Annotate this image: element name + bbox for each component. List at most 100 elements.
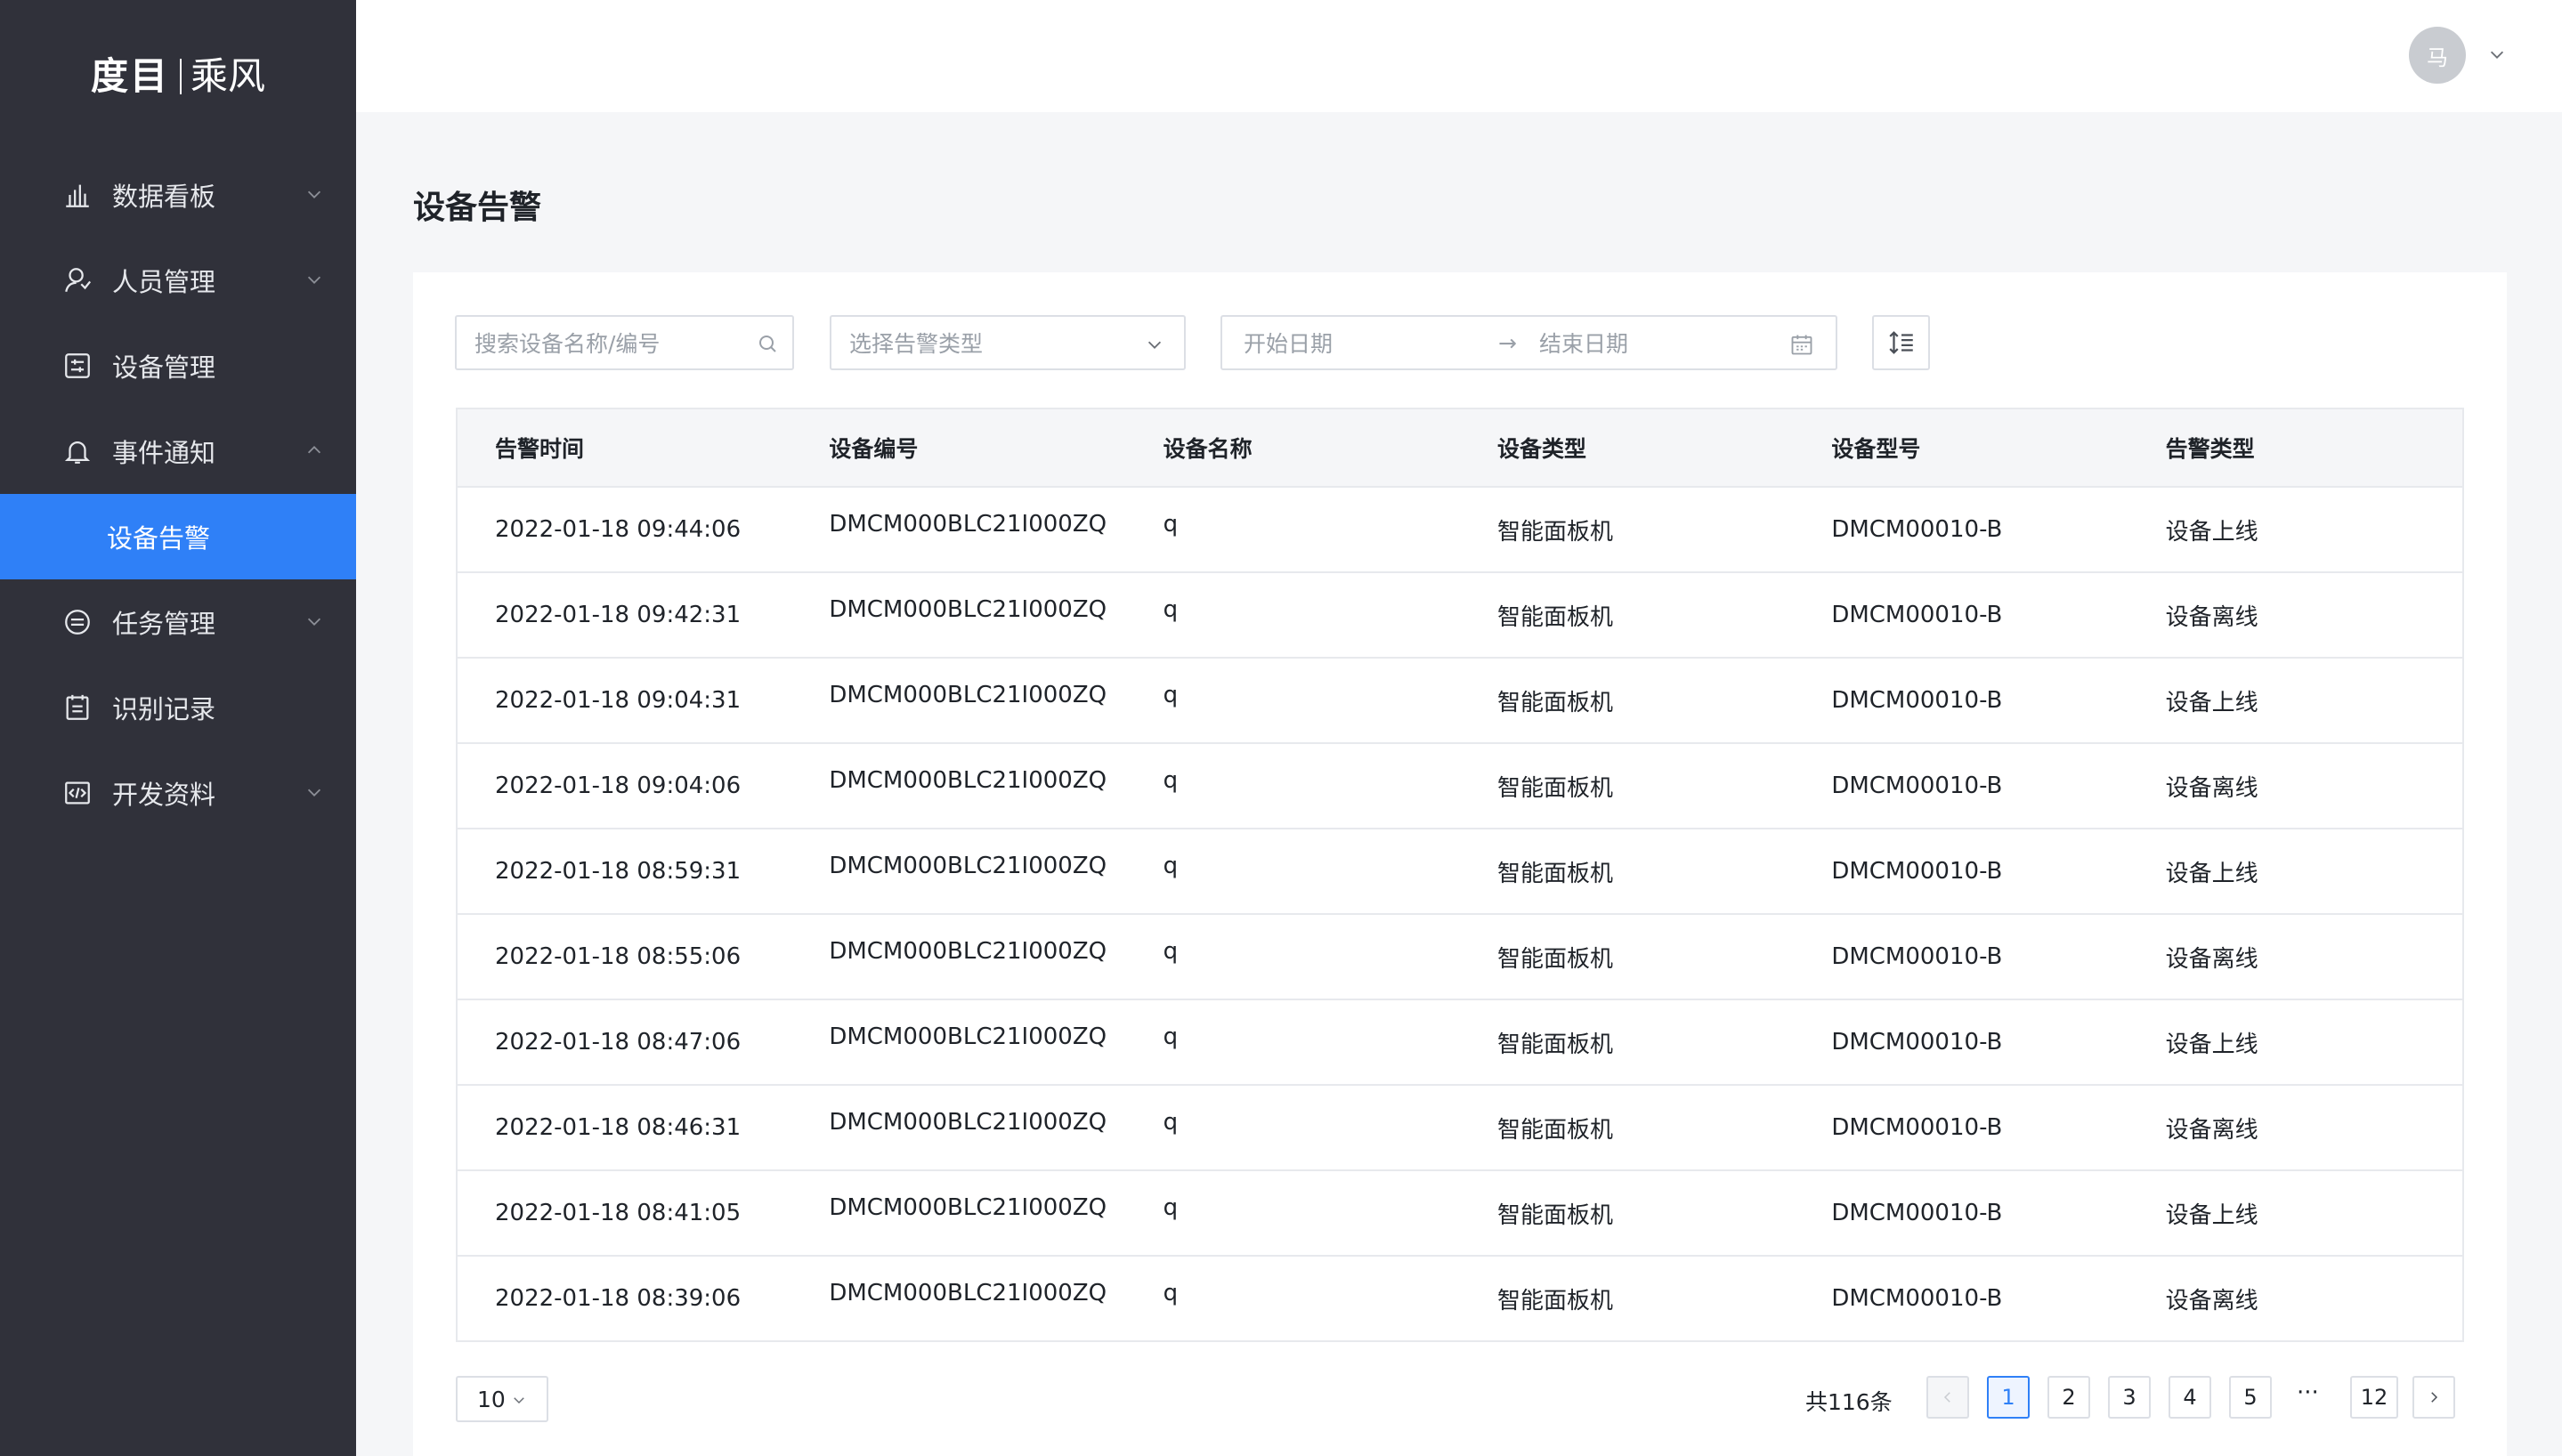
brand-name: 度目 <box>90 54 169 98</box>
column-header: 设备类型 <box>1496 436 1586 462</box>
brand-divider <box>180 59 182 94</box>
chevron-down-icon <box>307 618 321 626</box>
sidebar-item-device-alerts[interactable]: 设备告警 <box>0 494 356 579</box>
date-range-picker[interactable]: 开始日期 → 结束日期 <box>1220 315 1837 370</box>
table-row: 2022-01-18 09:04:06 DMCM000BLC21I000ZQ q 智能… <box>458 744 2462 829</box>
table-cell: DMCM000BLC21I000ZQ <box>829 596 1107 623</box>
search-icon[interactable] <box>757 333 778 354</box>
alert-type-select[interactable]: 选择告警类型 <box>830 315 1186 370</box>
sidebar-item-label: 设备管理 <box>112 352 216 383</box>
table-row: 2022-01-18 08:41:05 DMCM000BLC21I000ZQ q 智能… <box>458 1171 2462 1257</box>
table-cell: q <box>1163 853 1179 879</box>
table-cell: 智能面板机 <box>1496 774 1613 802</box>
page-button-4[interactable]: 4 <box>2169 1376 2211 1419</box>
table-header: 告警时间 设备编号 设备名称 设备类型 设备型号 告警类型 <box>458 409 2462 488</box>
end-date-field[interactable]: 结束日期 <box>1539 327 1628 359</box>
chevron-right-icon <box>2431 1392 2438 1403</box>
table-cell: DMCM000BLC21I000ZQ <box>829 1194 1107 1221</box>
table-cell: 智能面板机 <box>1496 945 1613 973</box>
table-cell: 设备离线 <box>2165 1116 2258 1144</box>
table-cell: DMCM00010-B <box>1831 772 2003 799</box>
page-button-2[interactable]: 2 <box>2047 1376 2090 1419</box>
table-cell: q <box>1163 596 1179 623</box>
table-cell: 设备上线 <box>2165 1201 2258 1229</box>
table-cell: q <box>1163 767 1179 794</box>
row-density-button[interactable] <box>1872 315 1930 370</box>
table-cell: DMCM00010-B <box>1831 516 2003 543</box>
avatar[interactable]: 马 <box>2409 27 2466 84</box>
bar-chart-icon <box>62 180 93 210</box>
sidebar-item-label: 数据看板 <box>112 182 216 212</box>
next-page-button[interactable] <box>2412 1376 2455 1419</box>
page-button-last[interactable]: 12 <box>2350 1376 2398 1419</box>
table-cell: DMCM000BLC21I000ZQ <box>829 938 1107 965</box>
table-cell: DMCM00010-B <box>1831 1114 2003 1141</box>
page-button-1[interactable]: 1 <box>1987 1376 2030 1419</box>
table-cell: DMCM00010-B <box>1831 1200 2003 1226</box>
brand-logo: 度目 乘风 <box>0 46 356 101</box>
chevron-down-icon <box>307 190 321 198</box>
table-row: 2022-01-18 09:04:31 DMCM000BLC21I000ZQ q 智能… <box>458 659 2462 744</box>
column-header: 告警时间 <box>495 436 585 462</box>
table-cell: 设备上线 <box>2165 860 2258 887</box>
table-cell: 智能面板机 <box>1496 518 1613 546</box>
page-title: 设备告警 <box>413 190 542 226</box>
sidebar-item-devices[interactable]: 设备管理 <box>0 323 356 408</box>
page-button-5[interactable]: 5 <box>2229 1376 2272 1419</box>
sidebar-item-developer[interactable]: 开发资料 <box>0 750 356 836</box>
table-row: 2022-01-18 08:59:31 DMCM000BLC21I000ZQ q 智能… <box>458 829 2462 915</box>
search-input[interactable]: 搜索设备名称/编号 <box>455 315 794 370</box>
calendar-icon[interactable] <box>1789 332 1814 357</box>
table-cell: DMCM00010-B <box>1831 943 2003 970</box>
table-cell: 设备上线 <box>2165 518 2258 546</box>
table-row: 2022-01-18 08:47:06 DMCM000BLC21I000ZQ q 智能… <box>458 1000 2462 1086</box>
column-header: 告警类型 <box>2165 436 2255 462</box>
arrow-right-icon: → <box>1498 329 1517 356</box>
table-cell: DMCM000BLC21I000ZQ <box>829 682 1107 708</box>
user-icon <box>62 265 93 295</box>
table-cell: q <box>1163 511 1179 538</box>
table-cell: DMCM000BLC21I000ZQ <box>829 511 1107 538</box>
line-height-icon <box>1888 331 1913 354</box>
page-ellipsis[interactable]: ··· <box>2297 1379 2319 1406</box>
chevron-down-icon[interactable] <box>2487 44 2507 64</box>
table-cell: 2022-01-18 08:39:06 <box>495 1285 742 1312</box>
start-date-field[interactable]: 开始日期 <box>1244 327 1333 359</box>
bell-icon <box>62 436 93 466</box>
table-cell: 设备上线 <box>2165 689 2258 716</box>
table-cell: q <box>1163 1194 1179 1221</box>
table-body: 2022-01-18 09:44:06 DMCM000BLC21I000ZQ q 智能… <box>458 488 2462 1342</box>
table-row: 2022-01-18 08:39:06 DMCM000BLC21I000ZQ q 智能… <box>458 1257 2462 1342</box>
sidebar-item-dashboard[interactable]: 数据看板 <box>0 152 356 238</box>
search-placeholder: 搜索设备名称/编号 <box>474 331 661 357</box>
table-cell: DMCM000BLC21I000ZQ <box>829 1109 1107 1136</box>
column-header: 设备型号 <box>1831 436 1921 462</box>
alert-type-placeholder: 选择告警类型 <box>849 331 984 357</box>
table-cell: DMCM00010-B <box>1831 858 2003 885</box>
table-cell: q <box>1163 1280 1179 1306</box>
table-cell: q <box>1163 1109 1179 1136</box>
page-button-3[interactable]: 3 <box>2108 1376 2151 1419</box>
sidebar: 度目 乘风 数据看板 人员管理 设备管理 事件通知 设备告警 任务管理 识别记录… <box>0 0 356 1456</box>
sidebar-item-records[interactable]: 识别记录 <box>0 665 356 750</box>
page-size-select[interactable]: 10 <box>456 1376 548 1422</box>
table-cell: DMCM00010-B <box>1831 1029 2003 1056</box>
table-cell: q <box>1163 682 1179 708</box>
table-cell: DMCM00010-B <box>1831 687 2003 714</box>
table-row: 2022-01-18 09:44:06 DMCM000BLC21I000ZQ q 智能… <box>458 488 2462 573</box>
table-cell: 2022-01-18 09:44:06 <box>495 516 742 543</box>
page-size-value: 10 <box>477 1386 506 1412</box>
table-cell: 设备离线 <box>2165 774 2258 802</box>
chevron-up-icon <box>307 446 321 454</box>
table-cell: 设备离线 <box>2165 603 2258 631</box>
product-name: 乘风 <box>191 54 266 98</box>
prev-page-button[interactable] <box>1926 1376 1969 1419</box>
sidebar-item-label: 开发资料 <box>112 780 216 810</box>
chevron-left-icon <box>1943 1392 1950 1403</box>
sidebar-item-tasks[interactable]: 任务管理 <box>0 579 356 665</box>
code-icon <box>62 778 93 808</box>
sidebar-item-events[interactable]: 事件通知 <box>0 408 356 494</box>
sidebar-item-personnel[interactable]: 人员管理 <box>0 238 356 323</box>
table-cell: 2022-01-18 08:55:06 <box>495 943 742 970</box>
table-cell: 智能面板机 <box>1496 1031 1613 1058</box>
